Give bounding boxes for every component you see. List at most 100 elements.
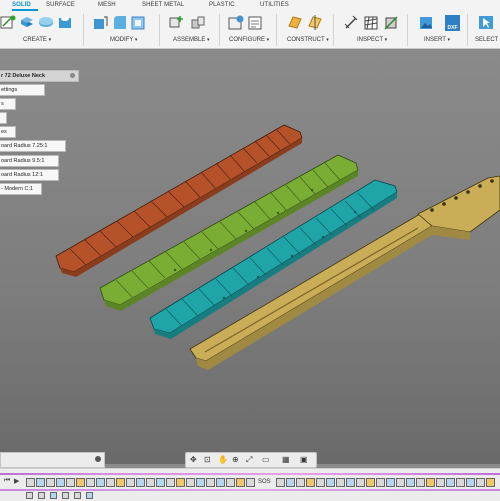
timeline-feature[interactable] — [146, 478, 155, 487]
shell-icon[interactable] — [130, 14, 146, 31]
browser-item-views[interactable]: s — [0, 98, 16, 110]
timeline-feature[interactable] — [426, 478, 435, 487]
grid-settings-icon[interactable]: ▦ — [282, 455, 290, 464]
timeline-feature[interactable] — [86, 478, 95, 487]
timeline-feature[interactable] — [326, 478, 335, 487]
fillet-icon[interactable] — [112, 14, 128, 31]
timeline-feature[interactable] — [50, 492, 57, 499]
create-menu[interactable]: CREATE ▾ — [23, 37, 51, 43]
timeline-feature[interactable] — [486, 478, 495, 487]
display-settings-icon[interactable]: ▭ — [262, 455, 270, 464]
tab-sheet-metal[interactable]: SHEET METAL — [142, 0, 184, 11]
create-sketch-icon[interactable] — [0, 14, 16, 31]
modify-menu[interactable]: MODIFY ▾ — [110, 37, 137, 43]
revolve-icon[interactable] — [38, 14, 54, 31]
timeline-feature[interactable] — [306, 478, 315, 487]
select-menu[interactable]: SELECT ▾ — [475, 37, 500, 43]
timeline-feature[interactable] — [296, 478, 305, 487]
select-icon[interactable] — [478, 14, 494, 31]
fit-icon[interactable]: ⤢ — [246, 455, 252, 465]
timeline-feature[interactable] — [336, 478, 345, 487]
viewports-icon[interactable]: ▣ — [300, 455, 308, 464]
offset-plane-icon[interactable] — [287, 14, 303, 31]
tab-mesh[interactable]: MESH — [98, 0, 116, 11]
inspect-menu[interactable]: INSPECT ▾ — [357, 37, 387, 43]
measure-icon[interactable] — [343, 14, 359, 31]
timeline-feature[interactable] — [36, 478, 45, 487]
assemble-menu[interactable]: ASSEMBLE ▾ — [173, 37, 210, 43]
timeline-feature[interactable] — [76, 478, 85, 487]
browser-item-fretboard-radius-7-25[interactable]: oard Radius 7.25:1 — [0, 140, 66, 152]
timeline-feature[interactable] — [366, 478, 375, 487]
timeline-feature[interactable] — [316, 478, 325, 487]
timeline-feature[interactable] — [116, 478, 125, 487]
orbit-icon[interactable]: ✥ — [190, 455, 197, 464]
timeline-feature[interactable] — [416, 478, 425, 487]
timeline-feature[interactable] — [236, 478, 245, 487]
timeline-feature[interactable] — [74, 492, 81, 499]
configure-menu[interactable]: CONFIGURE ▾ — [229, 37, 269, 43]
timeline-feature[interactable] — [106, 478, 115, 487]
comments-toggle-icon[interactable] — [95, 456, 101, 462]
press-pull-icon[interactable] — [92, 14, 108, 31]
browser-item-bodies[interactable]: es — [0, 126, 16, 138]
timeline-play-icon[interactable]: ▶ — [14, 477, 19, 485]
timeline-features-row-2[interactable] — [26, 492, 496, 499]
timeline-feature[interactable] — [56, 478, 65, 487]
browser-item-fretboard-radius-9-5[interactable]: oard Radius 9.5:1 — [0, 155, 59, 167]
browser-item-neck-modern-c[interactable]: - Modern C:1 — [0, 183, 42, 195]
timeline-feature[interactable] — [206, 478, 215, 487]
zebra-analysis-icon[interactable] — [363, 14, 379, 31]
construction-axis-icon[interactable] — [307, 14, 323, 31]
configure-icon[interactable] — [228, 14, 244, 31]
hole-icon[interactable] — [57, 14, 73, 31]
tab-surface[interactable]: SURFACE — [46, 0, 75, 11]
model-canvas[interactable] — [0, 49, 500, 464]
timeline-feature[interactable] — [456, 478, 465, 487]
look-at-icon[interactable]: ⊡ — [204, 455, 211, 464]
extrude-icon[interactable] — [19, 14, 35, 31]
timeline-feature[interactable] — [466, 478, 475, 487]
timeline-features[interactable]: SOS — [26, 478, 496, 487]
timeline-feature[interactable] — [38, 492, 45, 499]
timeline-feature[interactable] — [436, 478, 445, 487]
browser-root-node[interactable]: r 72 Deluxe Neck — [0, 70, 79, 82]
pan-icon[interactable]: ✋ — [218, 455, 228, 464]
browser-item-settings[interactable]: ettings — [0, 84, 45, 96]
timeline-feature[interactable] — [166, 478, 175, 487]
parameters-icon[interactable] — [247, 14, 263, 31]
joint-icon[interactable] — [190, 14, 206, 31]
timeline-feature[interactable] — [406, 478, 415, 487]
timeline-feature[interactable] — [346, 478, 355, 487]
timeline-feature[interactable] — [136, 478, 145, 487]
insert-dxf-button[interactable]: DXF — [445, 15, 460, 31]
timeline-feature[interactable] — [356, 478, 365, 487]
timeline-feature[interactable] — [196, 478, 205, 487]
timeline-feature[interactable] — [26, 492, 33, 499]
browser-item-origin[interactable] — [0, 112, 7, 124]
insert-image-icon[interactable] — [418, 14, 434, 31]
zoom-icon[interactable]: ⊕ — [232, 455, 239, 464]
timeline-feature[interactable] — [176, 478, 185, 487]
tab-utilities[interactable]: UTILITIES — [260, 0, 289, 11]
timeline-feature[interactable] — [86, 492, 93, 499]
timeline-first-icon[interactable]: ⏮ — [4, 477, 10, 485]
timeline-feature[interactable] — [476, 478, 485, 487]
timeline-feature[interactable] — [246, 478, 255, 487]
3d-viewport[interactable] — [0, 49, 500, 464]
timeline-feature[interactable] — [446, 478, 455, 487]
timeline-feature[interactable] — [66, 478, 75, 487]
timeline-feature[interactable] — [96, 478, 105, 487]
timeline-feature[interactable] — [62, 492, 69, 499]
tab-plastic[interactable]: PLASTIC — [209, 0, 235, 11]
timeline-feature[interactable] — [376, 478, 385, 487]
insert-menu[interactable]: INSERT ▾ — [424, 37, 450, 43]
timeline-feature[interactable] — [396, 478, 405, 487]
section-analysis-icon[interactable] — [383, 14, 399, 31]
browser-item-fretboard-radius-12[interactable]: oard Radius 12:1 — [0, 169, 59, 181]
timeline-feature[interactable] — [226, 478, 235, 487]
timeline-feature[interactable] — [126, 478, 135, 487]
timeline-feature[interactable] — [216, 478, 225, 487]
construct-menu[interactable]: CONSTRUCT ▾ — [287, 37, 329, 43]
timeline-feature[interactable] — [26, 478, 35, 487]
